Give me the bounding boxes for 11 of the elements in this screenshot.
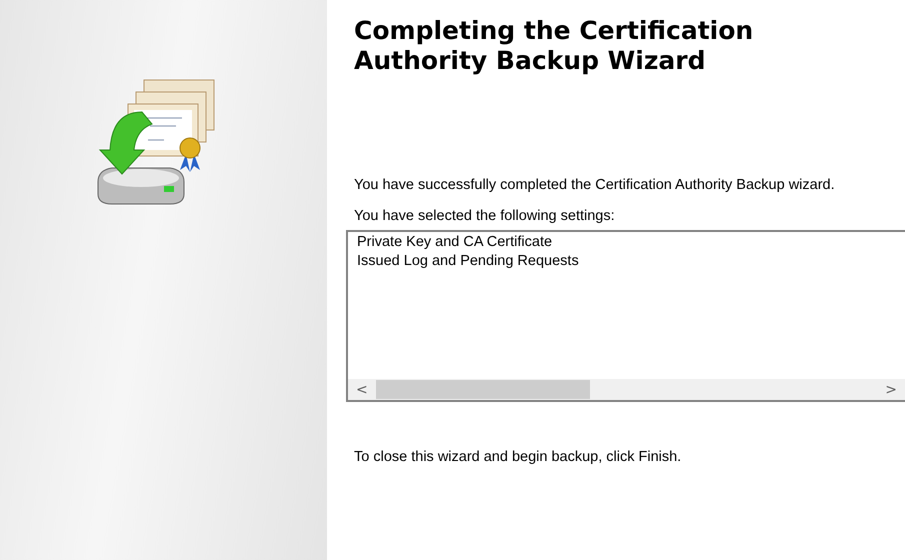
settings-item: Private Key and CA Certificate (357, 233, 554, 252)
completion-message: You have successfully completed the Certification Authority Backup wizard. (354, 176, 836, 195)
settings-item: Issued Log and Pending Requests (357, 252, 580, 271)
scroll-left-button[interactable]: < (348, 379, 376, 400)
wizard-title: Completing the Certification Authority Backup Wizard (354, 16, 754, 76)
settings-label: You have selected the following settings: (354, 207, 616, 226)
finish-instruction: To close this wizard and begin backup, click Finish. (354, 448, 682, 467)
settings-list[interactable]: Private Key and CA Certificate Issued Log and Pending Requests < > (346, 230, 905, 402)
horizontal-scrollbar[interactable]: < > (348, 379, 905, 400)
scroll-right-button[interactable]: > (877, 379, 905, 400)
scroll-thumb[interactable] (376, 380, 590, 399)
